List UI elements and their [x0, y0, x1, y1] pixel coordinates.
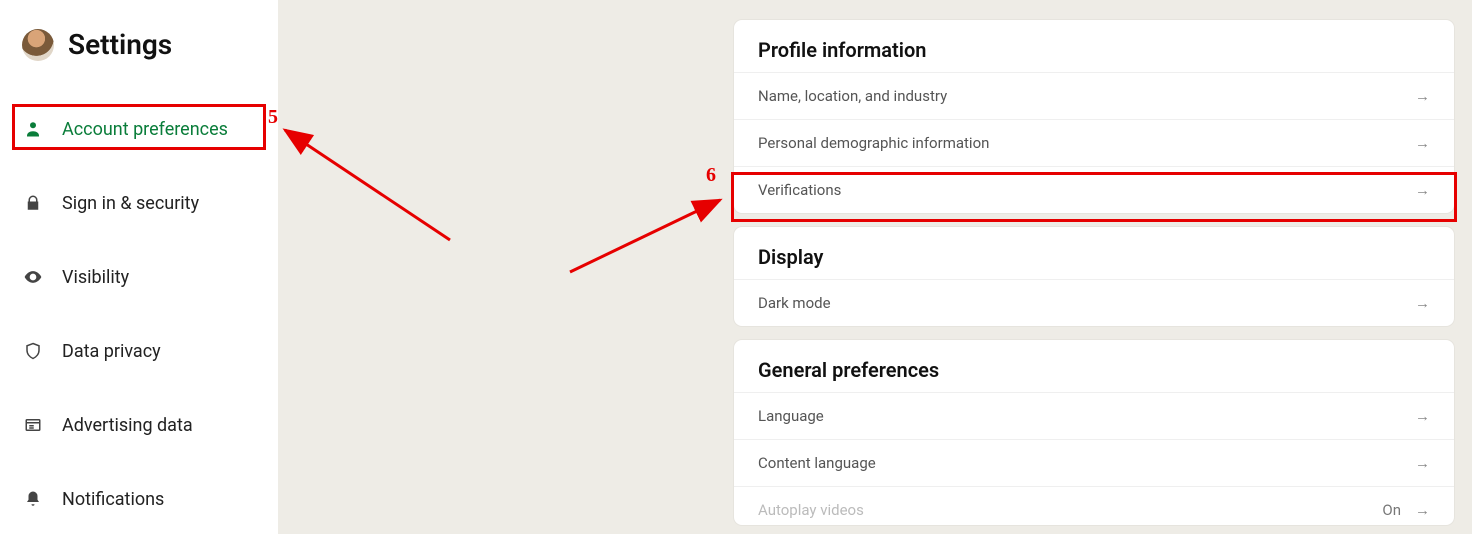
row-label: Name, location, and industry	[758, 87, 947, 105]
eye-icon	[22, 266, 44, 288]
sidebar-item-advertising-data[interactable]: Advertising data	[0, 397, 278, 453]
row-label: Personal demographic information	[758, 134, 989, 152]
avatar[interactable]	[22, 29, 54, 61]
lock-icon	[22, 192, 44, 214]
sidebar-item-account-preferences[interactable]: Account preferences	[0, 101, 278, 157]
sidebar-item-data-privacy[interactable]: Data privacy	[0, 323, 278, 379]
row-label: Autoplay videos	[758, 501, 864, 519]
page-title: Settings	[68, 28, 172, 61]
section-header: Profile information	[734, 20, 1454, 72]
newspaper-icon	[22, 414, 44, 436]
row-verifications[interactable]: Verifications →	[734, 166, 1454, 213]
sidebar-item-label: Sign in & security	[62, 193, 199, 214]
sidebar-item-label: Visibility	[62, 267, 129, 288]
section-display: Display Dark mode →	[734, 227, 1454, 326]
row-content-language[interactable]: Content language →	[734, 439, 1454, 486]
section-general-preferences: General preferences Language → Content l…	[734, 340, 1454, 525]
person-icon	[22, 118, 44, 140]
arrow-right-icon: →	[1415, 407, 1430, 425]
arrow-right-icon: →	[1415, 454, 1430, 472]
shield-icon	[22, 340, 44, 362]
content-panel: Profile information Name, location, and …	[734, 20, 1454, 539]
arrow-right-icon: →	[1415, 134, 1430, 152]
row-language[interactable]: Language →	[734, 392, 1454, 439]
row-label: Language	[758, 407, 824, 425]
arrow-right-icon: →	[1415, 501, 1430, 519]
section-header: General preferences	[734, 340, 1454, 392]
arrow-right-icon: →	[1415, 181, 1430, 199]
annotation-label-5: 5	[268, 106, 278, 129]
bell-icon	[22, 488, 44, 510]
sidebar-item-label: Advertising data	[62, 415, 193, 436]
sidebar-item-label: Notifications	[62, 489, 164, 510]
row-name-location-industry[interactable]: Name, location, and industry →	[734, 72, 1454, 119]
row-dark-mode[interactable]: Dark mode →	[734, 279, 1454, 326]
row-value: On	[1382, 501, 1401, 519]
sidebar-item-visibility[interactable]: Visibility	[0, 249, 278, 305]
row-label: Content language	[758, 454, 876, 472]
sidebar-item-label: Account preferences	[62, 119, 228, 140]
sidebar-item-signin-security[interactable]: Sign in & security	[0, 175, 278, 231]
row-personal-demographic[interactable]: Personal demographic information →	[734, 119, 1454, 166]
sidebar-item-label: Data privacy	[62, 341, 161, 362]
arrow-right-icon: →	[1415, 294, 1430, 312]
row-autoplay-videos[interactable]: Autoplay videos On →	[734, 486, 1454, 525]
settings-sidebar: Settings Account preferences Sign in & s…	[0, 0, 278, 534]
section-header: Display	[734, 227, 1454, 279]
annotation-label-6: 6	[706, 164, 716, 187]
sidebar-header: Settings	[0, 28, 278, 61]
arrow-right-icon: →	[1415, 87, 1430, 105]
sidebar-item-notifications[interactable]: Notifications	[0, 471, 278, 527]
row-label: Dark mode	[758, 294, 831, 312]
row-label: Verifications	[758, 181, 841, 199]
section-profile-information: Profile information Name, location, and …	[734, 20, 1454, 213]
